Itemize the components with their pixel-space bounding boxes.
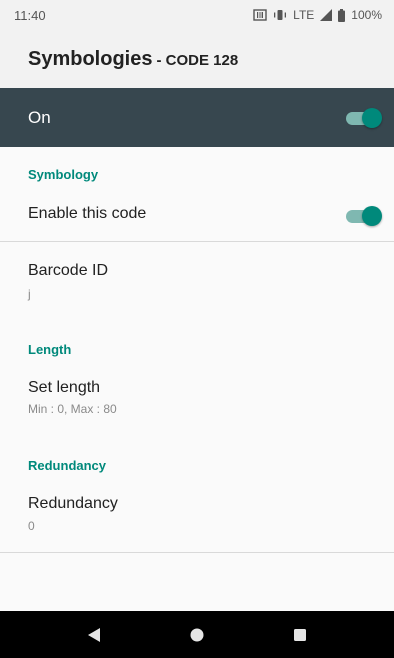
preferences-list: Symbology Enable this code Barcode ID j … [0,147,394,611]
master-switch-bar[interactable]: On [0,88,394,147]
divider [0,552,394,553]
category-redundancy: Redundancy [28,458,107,473]
scanner-icon [253,9,267,21]
set-length-summary: Min : 0, Max : 80 [28,402,117,416]
redundancy-row[interactable]: Redundancy 0 [0,482,394,550]
status-icons: LTE 100% [253,8,382,22]
category-symbology: Symbology [28,167,99,182]
battery-icon [338,8,346,22]
divider [0,241,394,242]
status-bar: 11:40 LTE 100% [0,0,394,30]
set-length-title: Set length [28,379,101,396]
battery-level: 100% [351,8,382,22]
back-button[interactable] [74,615,114,655]
vibrate-icon [273,9,287,21]
master-toggle-switch[interactable] [344,106,382,130]
recents-button[interactable] [280,615,320,655]
master-switch-label: On [28,107,51,127]
status-time: 11:40 [14,7,46,23]
set-length-row[interactable]: Set length Min : 0, Max : 80 [0,367,394,433]
enable-code-toggle[interactable] [344,204,382,228]
page-subtitle: - CODE 128 [156,52,239,69]
barcode-id-value: j [28,287,31,301]
app-bar: Symbologies - CODE 128 [0,30,394,88]
redundancy-title: Redundancy [28,495,118,512]
switch-thumb [362,206,382,226]
barcode-id-title: Barcode ID [28,262,109,279]
category-length: Length [28,342,72,357]
enable-code-row[interactable]: Enable this code [0,191,394,241]
navigation-bar [0,611,394,658]
enable-code-label: Enable this code [28,205,147,222]
signal-icon [320,9,333,21]
home-button[interactable] [177,615,217,655]
barcode-id-row[interactable]: Barcode ID j [0,247,394,317]
network-type: LTE [293,8,315,22]
switch-thumb [362,107,382,128]
recents-icon [294,628,307,641]
page-title: Symbologies [28,47,153,70]
redundancy-value: 0 [28,519,35,533]
home-icon [190,628,204,641]
back-icon [87,627,100,642]
